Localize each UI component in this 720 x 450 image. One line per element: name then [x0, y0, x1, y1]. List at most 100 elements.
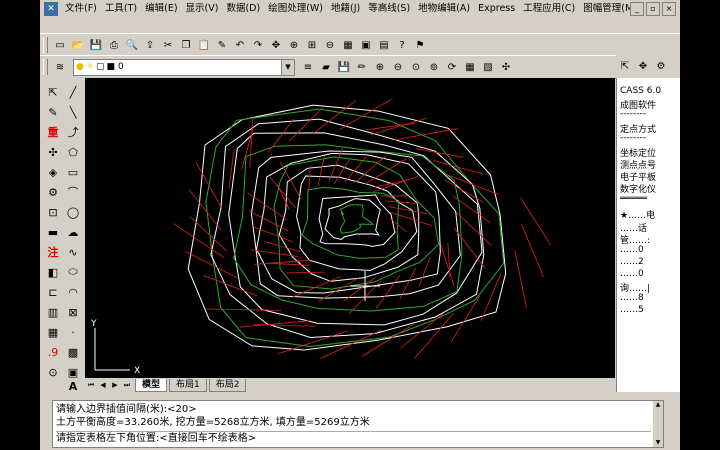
save-view-icon[interactable]: 💾 — [336, 59, 352, 75]
paste-icon[interactable]: 📋 — [196, 37, 212, 53]
panel-arrow-icon[interactable]: ⇱ — [617, 58, 633, 74]
scale-icon[interactable]: .9 — [44, 344, 62, 360]
help-icon[interactable]: ? — [394, 37, 410, 53]
tab-layout2[interactable]: 布局2 — [208, 378, 247, 392]
ruler-icon[interactable]: ▬ — [44, 224, 62, 240]
design-center-icon[interactable]: ▣ — [358, 37, 374, 53]
redo-icon[interactable]: ↷ — [250, 37, 266, 53]
cursor-icon[interactable]: ⇱ — [44, 84, 62, 100]
menu-cadastre[interactable]: 地籍(J) — [327, 0, 364, 18]
annotate-icon[interactable]: 注 — [44, 244, 62, 260]
ellipse-icon[interactable]: ⬭ — [64, 264, 82, 280]
rectangle-icon[interactable]: ▭ — [64, 164, 82, 180]
tab-last-icon[interactable]: ⏭ — [121, 379, 133, 391]
heavy-icon[interactable]: 重 — [44, 124, 62, 140]
preview-icon[interactable]: 🔍 — [124, 37, 140, 53]
pencil-icon[interactable]: ✏ — [354, 59, 370, 75]
insert-block-icon[interactable]: ⊠ — [64, 304, 82, 320]
grid-icon[interactable]: ▦ — [462, 59, 478, 75]
regen-icon[interactable]: ⟳ — [444, 59, 460, 75]
minimize-button[interactable]: _ — [630, 2, 644, 16]
open-icon[interactable]: 📂 — [70, 37, 86, 53]
polygon-icon[interactable]: ⬠ — [64, 144, 82, 160]
measure-icon[interactable]: ⊡ — [44, 204, 62, 220]
command-prompt[interactable]: 请指定表格左下角位置:<直接回车不绘表格> — [56, 431, 651, 445]
array-icon[interactable]: ▥ — [44, 304, 62, 320]
scroll-up-icon[interactable]: ▲ — [653, 401, 663, 409]
tab-layout1[interactable]: 布局1 — [169, 378, 207, 392]
ortho-icon[interactable]: ▧ — [480, 59, 496, 75]
menu-view[interactable]: 显示(V) — [182, 0, 223, 18]
align-icon[interactable]: ⊏ — [44, 284, 62, 300]
menu-engineering[interactable]: 工程应用(C) — [519, 0, 579, 18]
menu-express[interactable]: Express — [474, 0, 519, 18]
pan-icon[interactable]: ✥ — [268, 37, 284, 53]
properties-icon[interactable]: ▦ — [340, 37, 356, 53]
zoom-realtime-icon[interactable]: ⊕ — [286, 37, 302, 53]
circle-icon[interactable]: ◯ — [64, 204, 82, 220]
tab-next-icon[interactable]: ▶ — [109, 379, 121, 391]
edit-icon[interactable]: ✎ — [44, 104, 62, 120]
scroll-down-icon[interactable]: ▼ — [653, 439, 663, 447]
command-scrollbar[interactable]: ▲ ▼ — [653, 401, 663, 447]
tin-edge — [279, 161, 302, 200]
toolbar-grip-2[interactable] — [43, 59, 48, 75]
layer-icon[interactable]: ◈ — [44, 164, 62, 180]
publish-icon[interactable]: ⇪ — [142, 37, 158, 53]
zoom-out-icon[interactable]: ⊖ — [390, 59, 406, 75]
point-icon[interactable]: · — [64, 324, 82, 340]
cut-icon[interactable]: ✂ — [160, 37, 176, 53]
save-icon[interactable]: 💾 — [88, 37, 104, 53]
tab-prev-icon[interactable]: ◀ — [97, 379, 109, 391]
drawing-canvas[interactable]: Y X — [85, 78, 615, 378]
panel-contact-4: ……0 — [620, 245, 644, 255]
match-properties-icon[interactable]: ✎ — [214, 37, 230, 53]
hatch-icon[interactable]: ▩ — [64, 344, 82, 360]
app-icon[interactable]: ✕ — [44, 2, 58, 16]
layer-previous-icon[interactable]: ≡ — [300, 59, 316, 75]
menu-file[interactable]: 文件(F) — [61, 0, 101, 18]
command-window[interactable]: 请输入边界插值间隔(米):<20> 土方平衡高度=33.260米, 挖方量=52… — [52, 400, 664, 448]
close-button[interactable]: × — [662, 2, 676, 16]
menu-drawing[interactable]: 绘图处理(W) — [264, 0, 327, 18]
snap-icon[interactable]: ✣ — [498, 59, 514, 75]
tab-model[interactable]: 模型 — [135, 378, 168, 392]
block-icon[interactable]: ◧ — [44, 264, 62, 280]
layer-select[interactable]: ● ☼ ▢ ■ 0 ▼ — [73, 58, 295, 76]
zoom-in-icon[interactable]: ⊕ — [372, 59, 388, 75]
zoom-previous-icon[interactable]: ⊖ — [322, 37, 338, 53]
make-current-icon[interactable]: ▰ — [318, 59, 334, 75]
layer-manager-icon[interactable]: ≋ — [52, 59, 68, 75]
arc-icon[interactable]: ⌒ — [64, 184, 82, 200]
print-icon[interactable]: ⎙ — [106, 37, 122, 53]
zoom-extents-icon[interactable]: ⊚ — [426, 59, 442, 75]
spline-icon[interactable]: ∿ — [64, 244, 82, 260]
menu-edit[interactable]: 编辑(E) — [141, 0, 181, 18]
polyline-icon[interactable]: ⤴ — [64, 124, 82, 140]
ellipse-arc-icon[interactable]: ◠ — [64, 284, 82, 300]
link-icon[interactable]: ⚑ — [412, 37, 428, 53]
new-icon[interactable]: ▭ — [52, 37, 68, 53]
zoom-window-icon[interactable]: ⊞ — [304, 37, 320, 53]
menu-feature-edit[interactable]: 地物编辑(A) — [414, 0, 474, 18]
menu-data[interactable]: 数据(D) — [222, 0, 264, 18]
panel-move-icon[interactable]: ✥ — [635, 58, 651, 74]
panel-settings-icon[interactable]: ⚙ — [653, 58, 669, 74]
menu-contour[interactable]: 等高线(S) — [364, 0, 414, 18]
target-icon[interactable]: ⊙ — [44, 364, 62, 380]
gear-icon[interactable]: ⚙ — [44, 184, 62, 200]
zoom-all-icon[interactable]: ⊙ — [408, 59, 424, 75]
toolbar-grip[interactable] — [43, 37, 48, 53]
move-icon[interactable]: ✣ — [44, 144, 62, 160]
menu-tools[interactable]: 工具(T) — [101, 0, 141, 18]
chevron-down-icon[interactable]: ▼ — [281, 59, 294, 75]
tab-first-icon[interactable]: ⏮ — [85, 379, 97, 391]
line-icon[interactable]: ╱ — [64, 84, 82, 100]
copy-icon[interactable]: ❐ — [178, 37, 194, 53]
ray-icon[interactable]: ╲ — [64, 104, 82, 120]
tool-palette-icon[interactable]: ▤ — [376, 37, 392, 53]
restore-button[interactable]: ▫ — [646, 2, 660, 16]
grid-tool-icon[interactable]: ▦ — [44, 324, 62, 340]
cloud-icon[interactable]: ☁ — [64, 224, 82, 240]
undo-icon[interactable]: ↶ — [232, 37, 248, 53]
